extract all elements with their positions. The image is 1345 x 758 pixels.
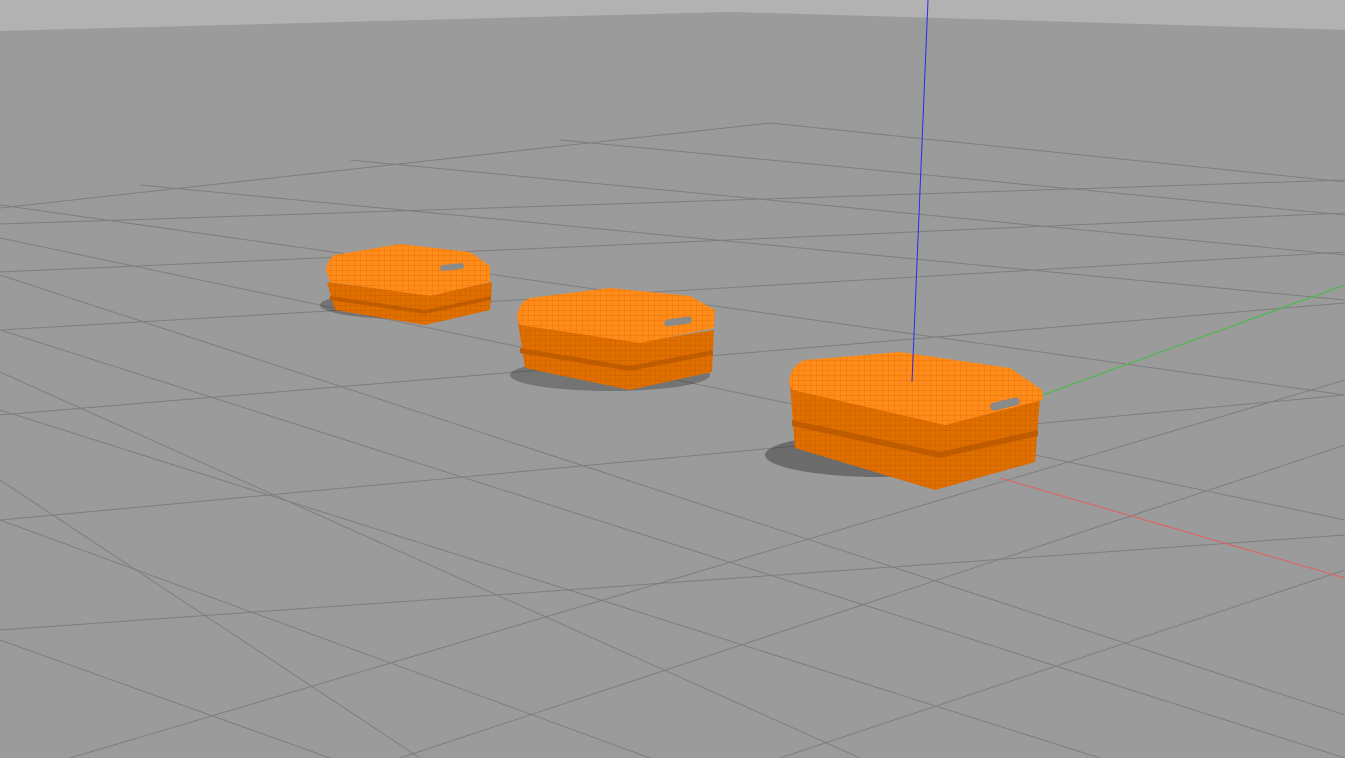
simulation-viewport[interactable] bbox=[0, 0, 1345, 758]
robot-1[interactable] bbox=[320, 244, 492, 325]
3d-scene-canvas[interactable] bbox=[0, 0, 1345, 758]
robot-2[interactable] bbox=[510, 288, 715, 391]
robot-3[interactable] bbox=[765, 352, 1043, 490]
